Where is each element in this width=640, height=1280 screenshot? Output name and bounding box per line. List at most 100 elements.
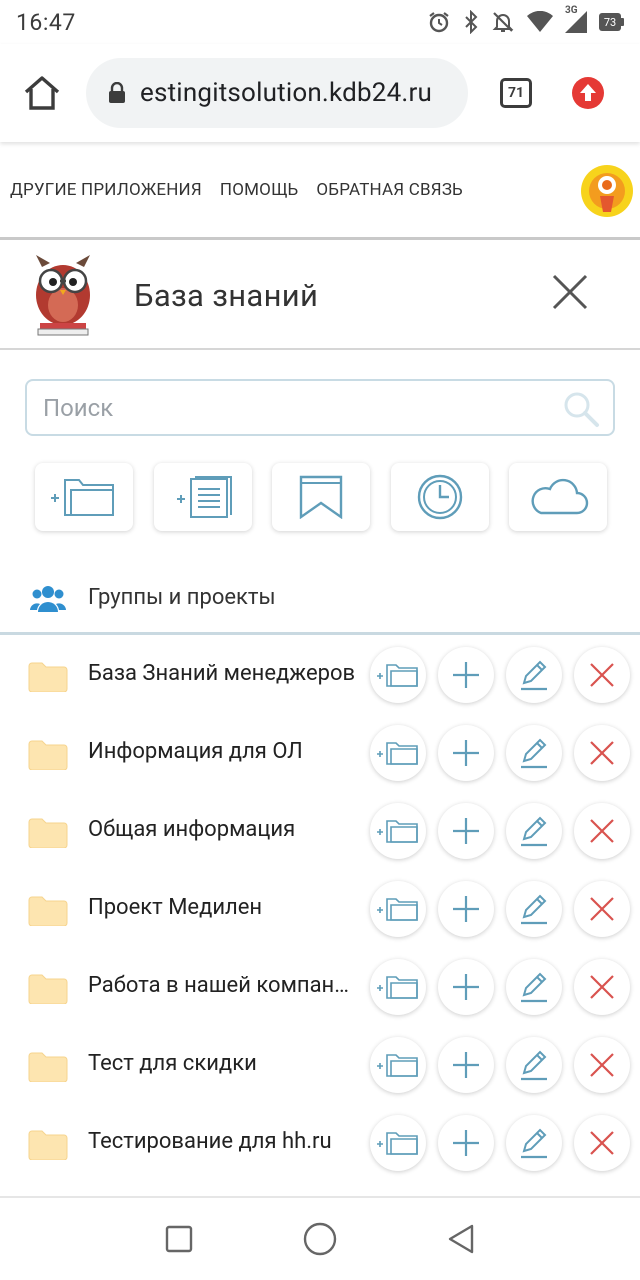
add-subfolder-button[interactable] [370,803,426,859]
folder-name[interactable]: База Знаний менеджеров [88,661,358,686]
folder-icon [28,896,68,927]
edit-button[interactable] [506,1037,562,1093]
cloud-button[interactable] [509,463,607,531]
back-icon[interactable] [447,1224,475,1254]
plus-icon [453,818,479,844]
delete-button[interactable] [574,959,630,1015]
edit-button[interactable] [506,1115,562,1171]
pencil-icon [521,894,547,925]
bluetooth-icon [465,10,478,34]
plus-icon [453,1052,479,1078]
plus-icon [453,974,479,1000]
add-subfolder-button[interactable] [370,881,426,937]
delete-icon [590,819,614,843]
folder-name[interactable]: Тест для скидки [88,1051,358,1076]
owl-logo-icon [36,255,90,336]
folder-row[interactable]: База Знаний менеджеров [0,637,640,715]
delete-icon [590,975,614,999]
nav-feedback[interactable]: ОБРАТНАЯ СВЯЗЬ [316,180,462,200]
address-bar[interactable]: estingitsolution.kdb24.ru [86,58,468,128]
edit-button[interactable] [506,959,562,1015]
folder-name[interactable]: Работа в нашей компании [88,973,358,998]
edit-button[interactable] [506,647,562,703]
add-article-button[interactable] [153,463,252,531]
search-placeholder: Поиск [43,393,114,422]
folder-name[interactable]: Тестирование для hh.ru [88,1129,358,1154]
folder-name[interactable]: Проект Медилен [88,895,358,920]
edit-button[interactable] [506,881,562,937]
battery-icon: 73 [599,13,624,31]
alarm-icon [429,12,449,33]
edit-button[interactable] [506,725,562,781]
mute-icon [492,12,514,32]
home-button[interactable] [12,63,72,123]
nav-other-apps[interactable]: ДРУГИЕ ПРИЛОЖЕНИЯ [10,180,202,200]
add-subfolder-button[interactable] [370,959,426,1015]
edit-button[interactable] [506,803,562,859]
add-item-button[interactable] [438,1037,494,1093]
nav-help[interactable]: ПОМОЩЬ [220,180,298,200]
tab-count: 71 [500,78,532,108]
add-subfolder-icon [377,1054,418,1077]
add-item-button[interactable] [438,803,494,859]
close-icon[interactable] [550,272,590,312]
plus-icon [453,662,479,688]
folder-row[interactable]: Проект Медилен [0,871,640,949]
folder-row[interactable]: Работа в нашей компании [0,949,640,1027]
delete-button[interactable] [574,725,630,781]
folder-name[interactable]: Информация для ОЛ [88,739,358,764]
add-item-button[interactable] [438,959,494,1015]
folder-actions [370,1115,630,1171]
page-title: База знаний [134,276,319,314]
add-subfolder-button[interactable] [370,1037,426,1093]
folder-name[interactable]: Общая информация [88,817,358,842]
add-folder-button[interactable] [35,463,133,531]
folder-row[interactable]: Информация для ОЛ [0,715,640,793]
folder-icon-wrap [28,974,68,1008]
add-subfolder-icon [377,664,418,687]
recents-icon[interactable] [165,1225,193,1253]
site-nav: ДРУГИЕ ПРИЛОЖЕНИЯ ПОМОЩЬ ОБРАТНАЯ СВЯЗЬ [0,142,640,240]
delete-button[interactable] [574,803,630,859]
recent-button[interactable] [390,463,489,531]
delete-button[interactable] [574,881,630,937]
update-button[interactable] [558,63,618,123]
update-icon [572,77,604,109]
pencil-icon [521,660,547,691]
folder-actions [370,725,630,781]
folder-icon-wrap [28,740,68,774]
groups-and-projects[interactable]: Группы и проекты [0,563,640,635]
pencil-icon [521,816,547,847]
folder-row[interactable]: Тест для скидки [0,1027,640,1105]
add-subfolder-icon [377,1132,418,1155]
folder-icon-wrap [28,1052,68,1086]
add-subfolder-button[interactable] [370,1115,426,1171]
search-icon[interactable] [561,389,601,429]
search-input[interactable]: Поиск [25,379,615,436]
kb-header: База знаний [0,242,640,350]
tabs-button[interactable]: 71 [486,63,546,123]
folder-row[interactable]: Тестирование для hh.ru [0,1105,640,1183]
folder-icon-wrap [28,818,68,852]
status-time: 16:47 [16,8,76,36]
delete-icon [590,741,614,765]
add-item-button[interactable] [438,647,494,703]
add-item-button[interactable] [438,725,494,781]
home-circle-icon[interactable] [303,1222,337,1256]
bookmarks-button[interactable] [272,463,370,531]
folder-icon [28,1130,68,1161]
delete-button[interactable] [574,1115,630,1171]
add-item-button[interactable] [438,881,494,937]
kb-toolbar [35,463,607,533]
add-subfolder-button[interactable] [370,725,426,781]
delete-icon [590,897,614,921]
add-subfolder-button[interactable] [370,647,426,703]
add-item-button[interactable] [438,1115,494,1171]
folder-list: База Знаний менеджеров Информация для ОЛ О… [0,637,640,1183]
add-subfolder-icon [377,820,418,843]
brand-logo[interactable] [580,164,634,218]
folder-row[interactable]: Общая информация [0,793,640,871]
delete-button[interactable] [574,1037,630,1093]
delete-button[interactable] [574,647,630,703]
delete-icon [590,1053,614,1077]
